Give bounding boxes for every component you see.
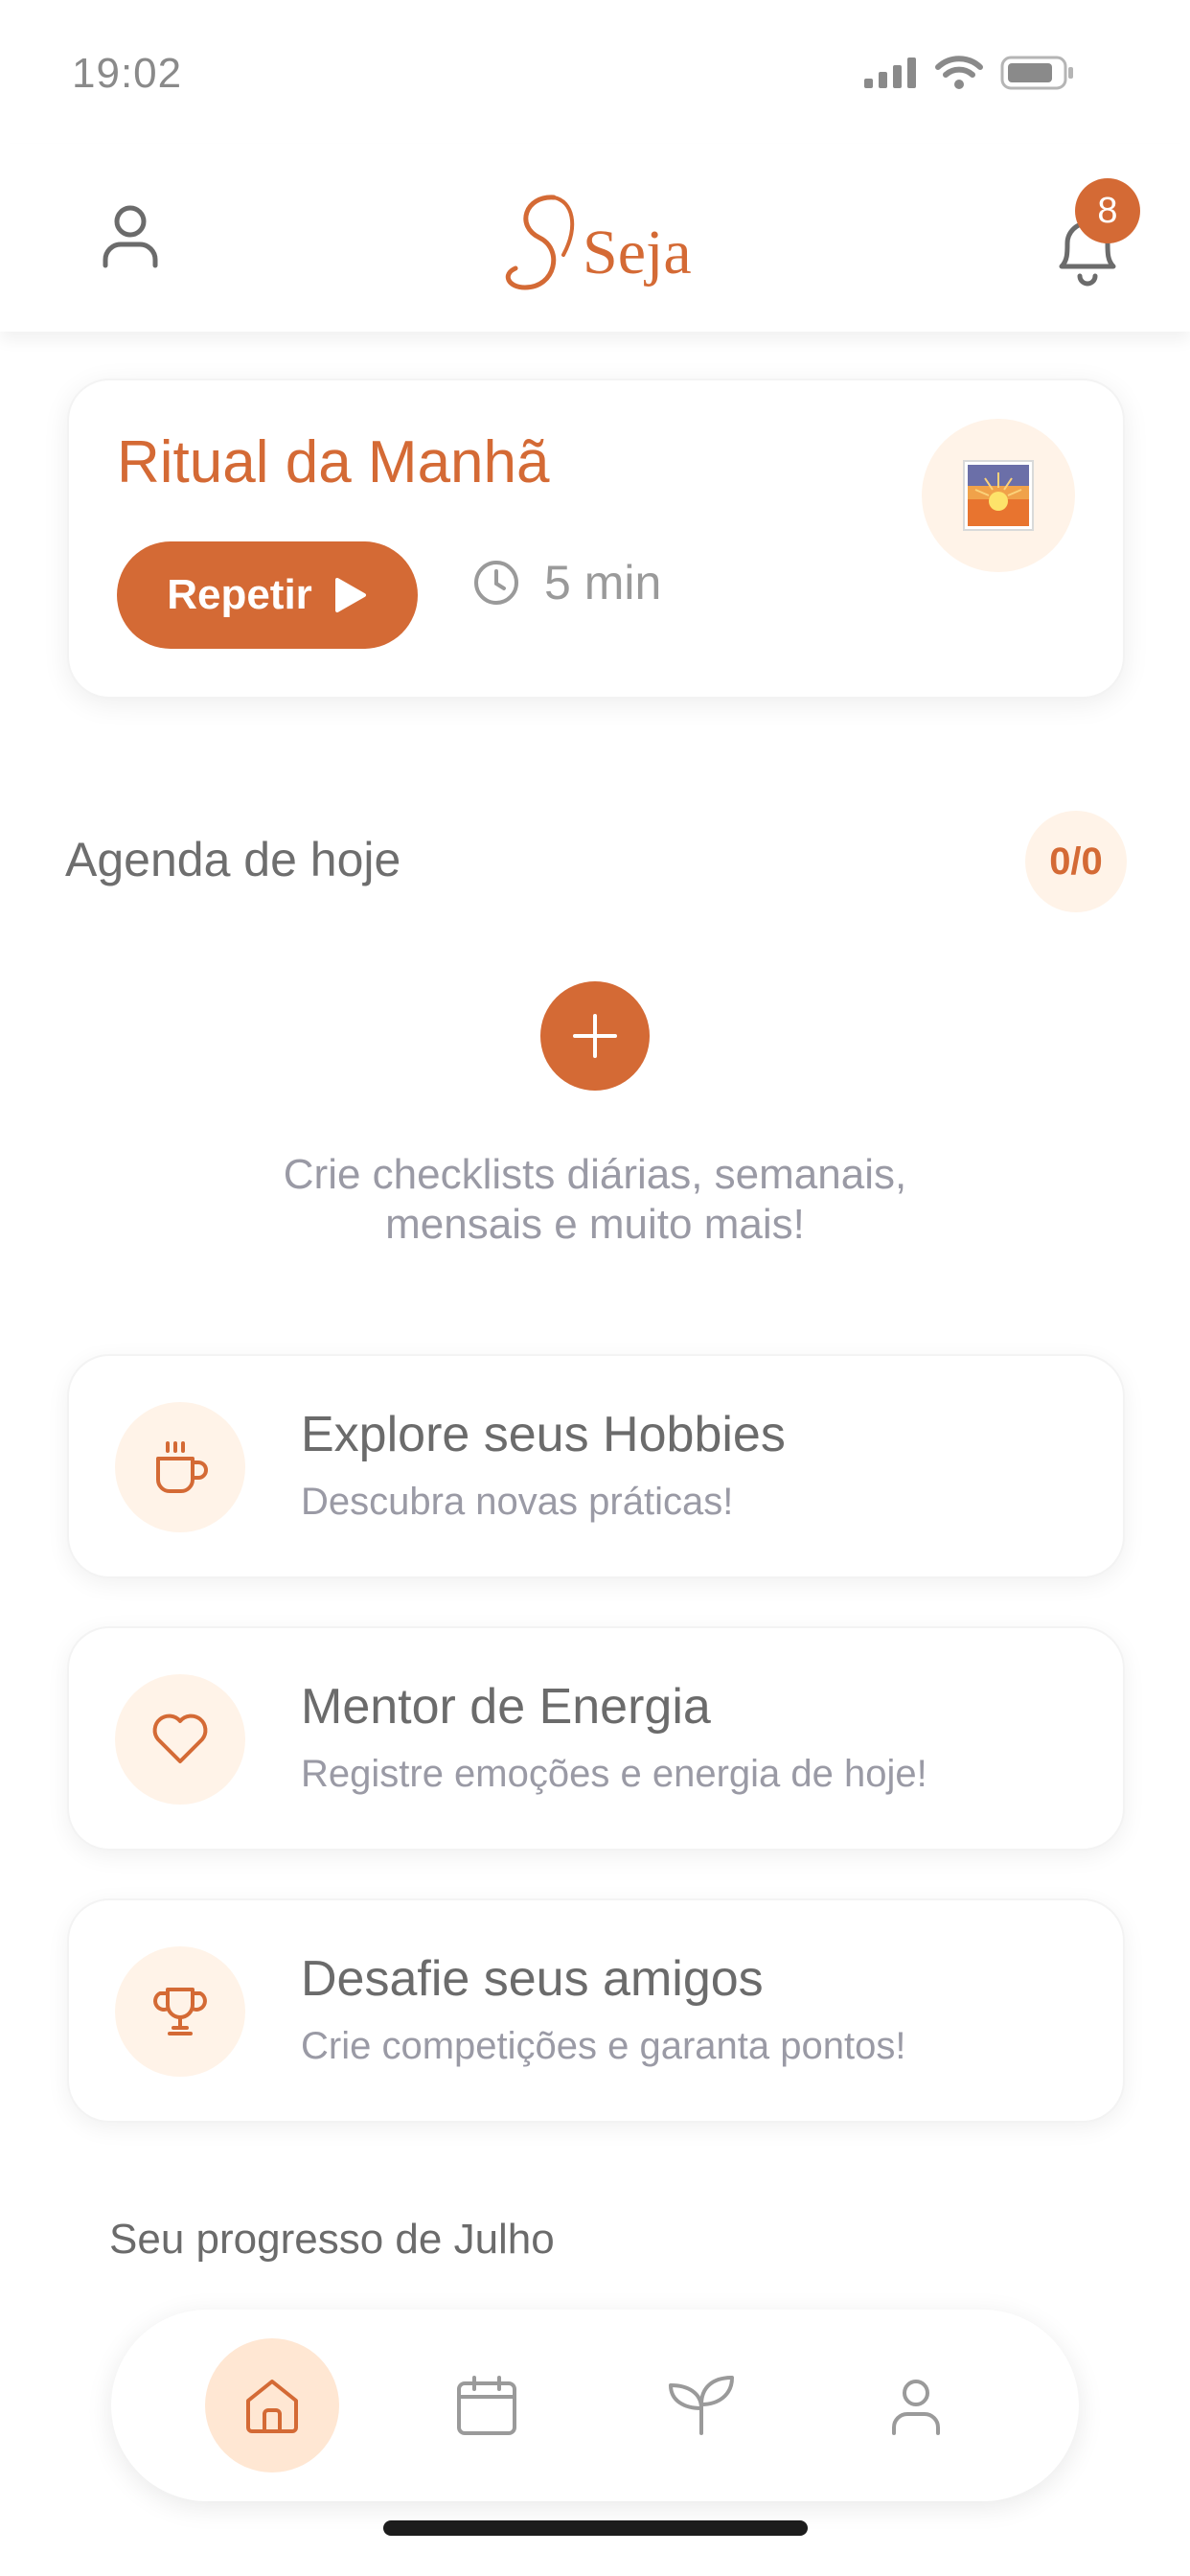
feature-title: Mentor de Energia [301, 1679, 711, 1735]
feature-icon-wrap [115, 1946, 245, 2077]
notification-badge: 8 [1075, 178, 1140, 243]
duration-text: 5 min [544, 556, 662, 610]
feature-card-energy-mentor[interactable]: Mentor de Energia Registre emoções e ene… [67, 1626, 1125, 1851]
profile-icon [892, 2380, 940, 2435]
play-icon [334, 578, 366, 612]
app-header: Seja 8 [0, 144, 1190, 332]
agenda-empty-line-2: mensais e muito mais! [385, 1201, 805, 1248]
trophy-icon [153, 1988, 207, 2036]
ritual-thumbnail [922, 419, 1075, 572]
repeat-button-label: Repetir [167, 571, 312, 618]
feature-subtitle: Descubra novas práticas! [301, 1481, 734, 1523]
bottom-navigation [111, 2310, 1079, 2501]
nav-home[interactable] [205, 2338, 339, 2472]
cellular-signal-icon [864, 58, 916, 88]
heart-icon [152, 1714, 208, 1763]
home-icon [246, 2380, 298, 2433]
status-time: 19:02 [72, 50, 183, 97]
feature-subtitle: Registre emoções e energia de hoje! [301, 1753, 927, 1795]
nav-plant[interactable] [634, 2338, 768, 2472]
feature-title: Explore seus Hobbies [301, 1407, 786, 1462]
progress-section-title: Seu progresso de Julho [109, 2216, 555, 2263]
status-icons [864, 56, 1075, 90]
agenda-title: Agenda de hoje [65, 833, 401, 886]
feature-icon-wrap [115, 1402, 245, 1532]
plus-icon [573, 1014, 617, 1058]
agenda-empty-message: Crie checklists diárias, semanais, mensa… [153, 1150, 1037, 1250]
plant-icon [669, 2376, 734, 2435]
nav-calendar[interactable] [420, 2338, 554, 2472]
feature-title: Desafie seus amigos [301, 1951, 764, 2007]
ritual-title: Ritual da Manhã [117, 429, 550, 495]
ritual-card[interactable]: Ritual da Manhã Repetir 5 min [67, 379, 1125, 699]
battery-icon [1000, 56, 1073, 90]
calendar-icon [457, 2376, 516, 2435]
repeat-button[interactable]: Repetir [117, 541, 418, 649]
logo-text: Seja [583, 218, 692, 288]
clock-icon [474, 561, 518, 605]
profile-icon[interactable] [96, 196, 172, 273]
feature-icon-wrap [115, 1674, 245, 1805]
feature-subtitle: Crie competições e garanta pontos! [301, 2025, 906, 2067]
sunrise-icon [963, 460, 1034, 531]
feature-card-hobbies[interactable]: Explore seus Hobbies Descubra novas prát… [67, 1354, 1125, 1578]
add-checklist-button[interactable] [540, 981, 650, 1091]
wifi-icon [935, 56, 983, 89]
feature-card-challenge-friends[interactable]: Desafie seus amigos Crie competições e g… [67, 1898, 1125, 2123]
nav-profile[interactable] [849, 2338, 983, 2472]
ritual-duration: 5 min [471, 555, 661, 610]
agenda-count-badge: 0/0 [1025, 811, 1127, 912]
agenda-empty-line-1: Crie checklists diárias, semanais, [283, 1151, 907, 1198]
coffee-cup-icon [156, 1441, 208, 1493]
home-indicator[interactable] [383, 2520, 808, 2536]
seja-logo: Seja [496, 188, 698, 303]
